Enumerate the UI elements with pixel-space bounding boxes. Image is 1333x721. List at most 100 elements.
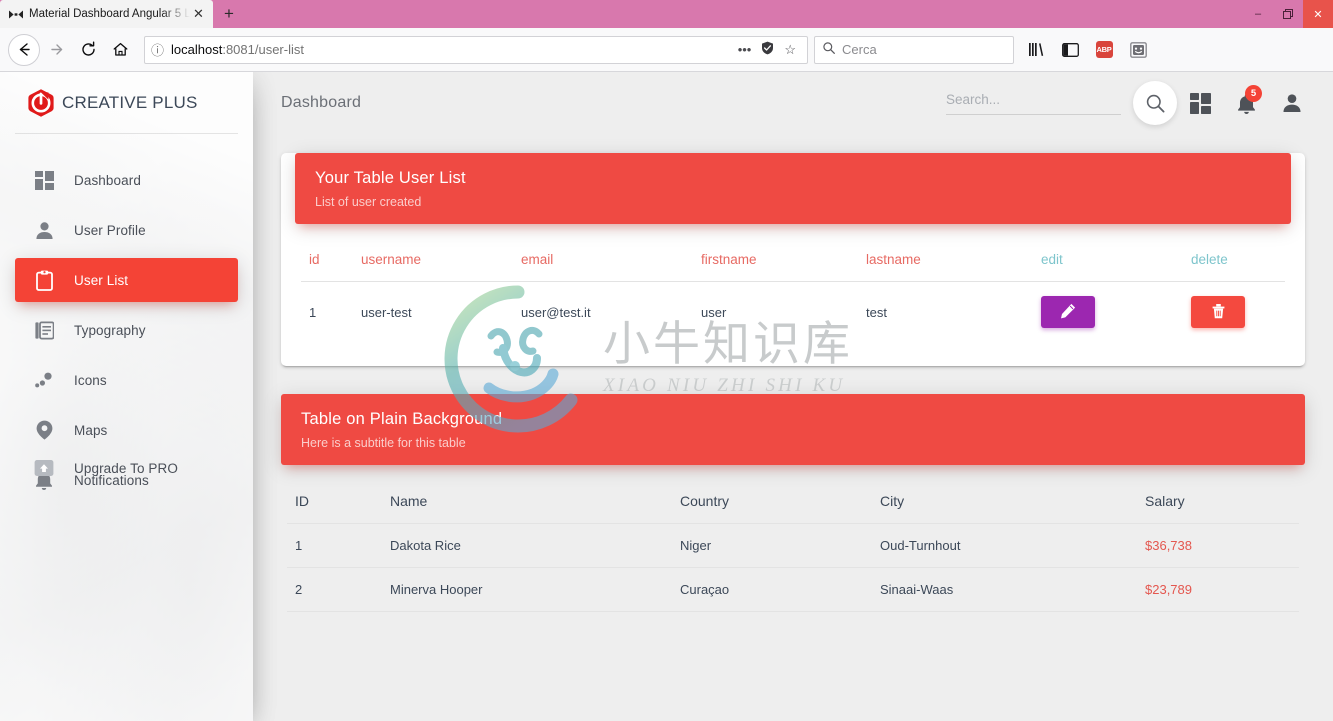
sidebar-bottom: Upgrade To PRO xyxy=(0,440,253,496)
window-minimize-button[interactable]: ‒ xyxy=(1243,0,1273,28)
user-list-table: id username email firstname lastname edi… xyxy=(301,240,1285,342)
home-button[interactable] xyxy=(104,34,136,66)
card-plain-table: Table on Plain Background Here is a subt… xyxy=(281,394,1305,636)
cell-email: user@test.it xyxy=(521,304,591,320)
cell-edit xyxy=(1033,282,1183,343)
window-maximize-button[interactable] xyxy=(1273,0,1303,28)
dashboard-grid-button[interactable] xyxy=(1177,80,1223,126)
card-title: Table on Plain Background xyxy=(301,410,503,428)
main-panel: Dashboard 5 xyxy=(253,72,1333,721)
cell-delete xyxy=(1183,282,1285,343)
table-row[interactable]: 1 user-test user@test.it user test xyxy=(301,282,1285,343)
sidebar-item-user-profile[interactable]: User Profile xyxy=(15,208,238,252)
column-header-id[interactable]: id xyxy=(301,240,353,282)
forward-button[interactable] xyxy=(40,34,72,66)
cell-firstname: user xyxy=(701,304,727,320)
application-viewport: CREATIVE PLUS Dashboard User Profile Use… xyxy=(0,72,1333,721)
cell-name: Dakota Rice xyxy=(382,523,672,568)
column-header-username[interactable]: username xyxy=(353,240,513,282)
search-input[interactable] xyxy=(946,92,1121,107)
search-button[interactable] xyxy=(1133,81,1177,125)
browser-toolbar-icons: ABP xyxy=(1022,36,1152,64)
column-header-lastname[interactable]: lastname xyxy=(858,240,1033,282)
card-body: ID Name Country City Salary 1 Dakota Ric… xyxy=(281,465,1305,636)
column-header-city[interactable]: City xyxy=(872,481,1137,524)
sidebar-brand[interactable]: CREATIVE PLUS xyxy=(0,72,253,134)
column-header-edit[interactable]: edit xyxy=(1033,240,1183,282)
trash-icon xyxy=(1211,303,1226,322)
card-subtitle: Here is a subtitle for this table xyxy=(301,436,466,450)
profile-button[interactable] xyxy=(1269,80,1315,126)
sidebar-item-label: User Profile xyxy=(74,222,146,238)
top-navbar: Dashboard 5 xyxy=(253,72,1333,134)
typography-icon xyxy=(31,321,57,340)
shield-icon[interactable] xyxy=(756,41,779,58)
column-header-email[interactable]: email xyxy=(513,240,693,282)
sidebar-item-user-list[interactable]: User List xyxy=(15,258,238,302)
sidebar-inner: CREATIVE PLUS Dashboard User Profile Use… xyxy=(0,72,253,502)
table-body: 1 user-test user@test.it user test xyxy=(301,282,1285,343)
sidebar-item-label: Maps xyxy=(74,422,108,438)
table-row[interactable]: 1 Dakota Rice Niger Oud-Turnhout $36,738 xyxy=(287,523,1299,568)
sidebar: CREATIVE PLUS Dashboard User Profile Use… xyxy=(0,72,253,721)
window-close-button[interactable]: ✕ xyxy=(1303,0,1333,28)
table-body: 1 Dakota Rice Niger Oud-Turnhout $36,738… xyxy=(287,523,1299,612)
column-header-firstname[interactable]: firstname xyxy=(693,240,858,282)
column-header-salary[interactable]: Salary xyxy=(1137,481,1299,524)
dashboard-icon xyxy=(31,170,57,190)
card-header: Table on Plain Background Here is a subt… xyxy=(281,394,1305,465)
browser-navbar: ⓘ localhost:8081/user-list ••• ☆ Cerca A… xyxy=(0,28,1333,72)
search-field-wrapper[interactable] xyxy=(946,91,1121,115)
sidebar-item-icons[interactable]: Icons xyxy=(15,358,238,402)
back-button[interactable] xyxy=(8,33,40,66)
cell-city: Sinaai-Waas xyxy=(872,567,1137,612)
edit-button[interactable] xyxy=(1041,296,1095,328)
clipboard-icon xyxy=(31,270,57,291)
browser-search-placeholder: Cerca xyxy=(842,42,877,57)
card-title: Your Table User List xyxy=(315,169,466,187)
browser-search-bar[interactable]: Cerca xyxy=(814,35,1014,64)
sidebar-item-label: Upgrade To PRO xyxy=(74,460,178,476)
reload-button[interactable] xyxy=(72,34,104,66)
table-row[interactable]: 2 Minerva Hooper Curaçao Sinaai-Waas $23… xyxy=(287,567,1299,612)
tab-close-icon[interactable]: ✕ xyxy=(190,6,207,23)
cell-id: 2 xyxy=(287,567,382,612)
map-pin-icon xyxy=(31,420,57,440)
cell-id: 1 xyxy=(287,523,382,568)
new-tab-button[interactable]: + xyxy=(213,0,245,28)
sidebar-item-dashboard[interactable]: Dashboard xyxy=(15,158,238,202)
column-header-id[interactable]: ID xyxy=(287,481,382,524)
top-navbar-actions: 5 xyxy=(946,80,1315,126)
column-header-country[interactable]: Country xyxy=(672,481,872,524)
column-header-delete[interactable]: delete xyxy=(1183,240,1285,282)
card-user-list: Your Table User List List of user create… xyxy=(281,153,1305,366)
sidebar-icon[interactable] xyxy=(1056,36,1084,64)
browser-tab[interactable]: Material Dashboard Angular 5 L ✕ xyxy=(0,0,213,28)
bookmark-star-icon[interactable]: ☆ xyxy=(779,42,801,58)
column-header-name[interactable]: Name xyxy=(382,481,672,524)
table-head: ID Name Country City Salary xyxy=(287,481,1299,524)
notifications-button[interactable]: 5 xyxy=(1223,80,1269,126)
library-icon[interactable] xyxy=(1022,36,1050,64)
plain-table: ID Name Country City Salary 1 Dakota Ric… xyxy=(287,481,1299,612)
content-area: Your Table User List List of user create… xyxy=(253,153,1333,636)
cell-country: Curaçao xyxy=(672,567,872,612)
page-actions-icon[interactable]: ••• xyxy=(733,42,757,57)
page-info-icon[interactable]: ⓘ xyxy=(151,40,164,59)
tab-title: Material Dashboard Angular 5 L xyxy=(29,8,190,20)
cell-salary: $23,789 xyxy=(1137,567,1299,612)
sidebar-item-typography[interactable]: Typography xyxy=(15,308,238,352)
url-host: localhost xyxy=(171,42,223,57)
browser-titlebar: Material Dashboard Angular 5 L ✕ + ‒ ✕ xyxy=(0,0,1333,28)
upgrade-icon xyxy=(31,459,57,477)
sidebar-item-label: Dashboard xyxy=(74,172,141,188)
bowtie-icon xyxy=(8,6,24,22)
url-bar[interactable]: ⓘ localhost:8081/user-list ••• ☆ xyxy=(144,35,808,64)
page-title: Dashboard xyxy=(281,94,362,111)
url-text: localhost:8081/user-list xyxy=(171,42,733,57)
screenshot-extension-icon[interactable] xyxy=(1124,36,1152,64)
cell-salary: $36,738 xyxy=(1137,523,1299,568)
delete-button[interactable] xyxy=(1191,296,1245,328)
adblock-plus-icon[interactable]: ABP xyxy=(1090,36,1118,64)
sidebar-item-upgrade-to-pro[interactable]: Upgrade To PRO xyxy=(15,446,238,490)
